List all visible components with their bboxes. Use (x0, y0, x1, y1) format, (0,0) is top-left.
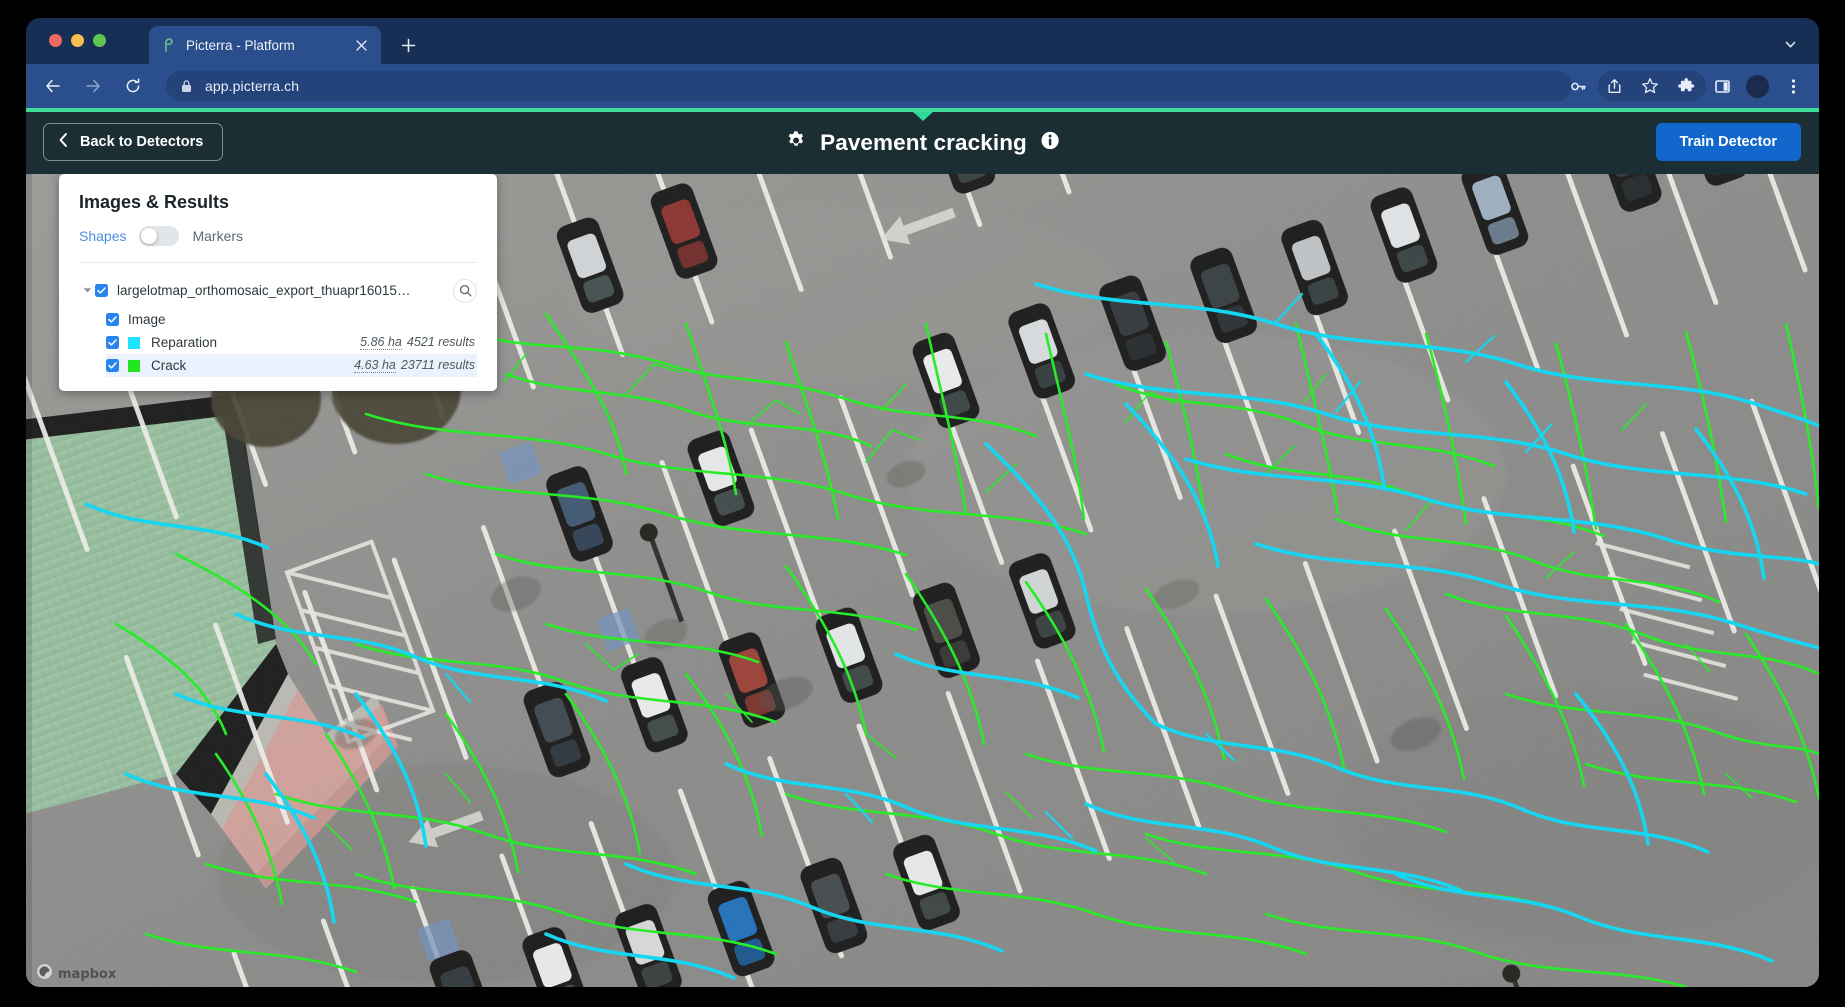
window-close-button[interactable] (49, 34, 62, 47)
checkbox-image-file[interactable] (95, 284, 108, 297)
key-icon[interactable] (1563, 71, 1593, 101)
reparation-results: 4521 results (406, 335, 475, 349)
url-text: app.picterra.ch (205, 78, 300, 94)
crack-area: 4.63 ha (354, 358, 396, 373)
tree-row-image-layer[interactable]: Image (106, 308, 477, 331)
train-detector-button[interactable]: Train Detector (1655, 123, 1801, 161)
plus-icon[interactable] (396, 33, 420, 57)
back-to-detectors-label: Back to Detectors (80, 134, 204, 150)
image-file-name: largelotmap_orthomosaic_export_thuapr160… (117, 283, 417, 298)
checkbox-reparation[interactable] (106, 336, 119, 349)
color-swatch-reparation (128, 336, 140, 349)
three-dot-menu-icon[interactable] (1778, 71, 1808, 101)
bookmark-star-icon[interactable] (1635, 71, 1665, 101)
shapes-markers-toggle-row: Shapes Markers (79, 226, 477, 246)
markers-label[interactable]: Markers (192, 228, 243, 244)
train-detector-label: Train Detector (1679, 134, 1778, 150)
chevron-left-icon (58, 132, 69, 152)
profile-avatar[interactable] (1746, 74, 1769, 98)
tree-row-crack[interactable]: Crack 4.63 ha 23711 results (106, 354, 477, 377)
window-minimize-button[interactable] (71, 34, 84, 47)
back-to-detectors-button[interactable]: Back to Detectors (43, 123, 224, 161)
arrow-left-icon[interactable] (38, 71, 68, 101)
shapes-markers-toggle[interactable] (139, 226, 180, 246)
info-icon[interactable] (1041, 131, 1060, 155)
reload-icon[interactable] (118, 71, 148, 101)
browser-window: Picterra - Platform app.picterra.ch Back… (26, 18, 1819, 987)
map-viewport[interactable]: mapbox Images & Results Shapes Markers l… (26, 174, 1819, 987)
search-icon[interactable] (453, 278, 477, 303)
picterra-app: Back to Detectors Pavement cracking Trai… (26, 112, 1819, 987)
checkbox-image-layer[interactable] (106, 313, 119, 326)
color-swatch-crack (128, 359, 140, 372)
tree-row-reparation[interactable]: Reparation 5.86 ha 4521 results (106, 331, 477, 354)
picterra-logo-icon (159, 36, 177, 54)
arrow-right-icon[interactable] (78, 71, 108, 101)
browser-tab[interactable]: Picterra - Platform (149, 26, 381, 64)
crack-label: Crack (151, 358, 187, 373)
address-bar[interactable]: app.picterra.ch (166, 71, 1572, 101)
checkbox-crack[interactable] (106, 359, 119, 372)
panel-title: Images & Results (79, 192, 230, 212)
tree-row-image-file[interactable]: largelotmap_orthomosaic_export_thuapr160… (79, 278, 477, 303)
reparation-label: Reparation (151, 335, 218, 350)
browser-tab-title: Picterra - Platform (186, 37, 295, 53)
share-icon[interactable] (1599, 71, 1629, 101)
reparation-area: 5.86 ha (360, 335, 402, 350)
app-header: Back to Detectors Pavement cracking Trai… (26, 112, 1819, 174)
browser-tab-strip: Picterra - Platform (26, 18, 1819, 64)
images-and-results-panel: Images & Results Shapes Markers largelot… (59, 174, 497, 391)
close-icon[interactable] (351, 35, 371, 55)
lock-icon (180, 79, 194, 93)
image-layer-label: Image (128, 312, 166, 327)
page-title: Pavement cracking (820, 130, 1027, 155)
caret-down-icon[interactable] (79, 287, 95, 294)
shapes-label[interactable]: Shapes (79, 228, 126, 244)
crack-stats: 4.63 ha 23711 results (354, 358, 477, 373)
chevron-down-icon[interactable] (1779, 33, 1801, 55)
mapbox-label: mapbox (58, 966, 117, 982)
panel-divider (79, 262, 477, 263)
mapbox-attribution[interactable]: mapbox (36, 963, 116, 985)
reparation-stats: 5.86 ha 4521 results (360, 335, 477, 350)
extensions-puzzle-icon[interactable] (1671, 71, 1701, 101)
browser-toolbar: app.picterra.ch (26, 64, 1819, 108)
browser-toolbar-actions (1560, 64, 1811, 108)
side-panel-icon[interactable] (1707, 71, 1737, 101)
detector-title-group: Pavement cracking (785, 112, 1060, 174)
gear-icon[interactable] (785, 130, 806, 156)
window-maximize-button[interactable] (93, 34, 106, 47)
crack-results: 23711 results (400, 358, 475, 372)
mapbox-logo-icon (36, 963, 53, 985)
